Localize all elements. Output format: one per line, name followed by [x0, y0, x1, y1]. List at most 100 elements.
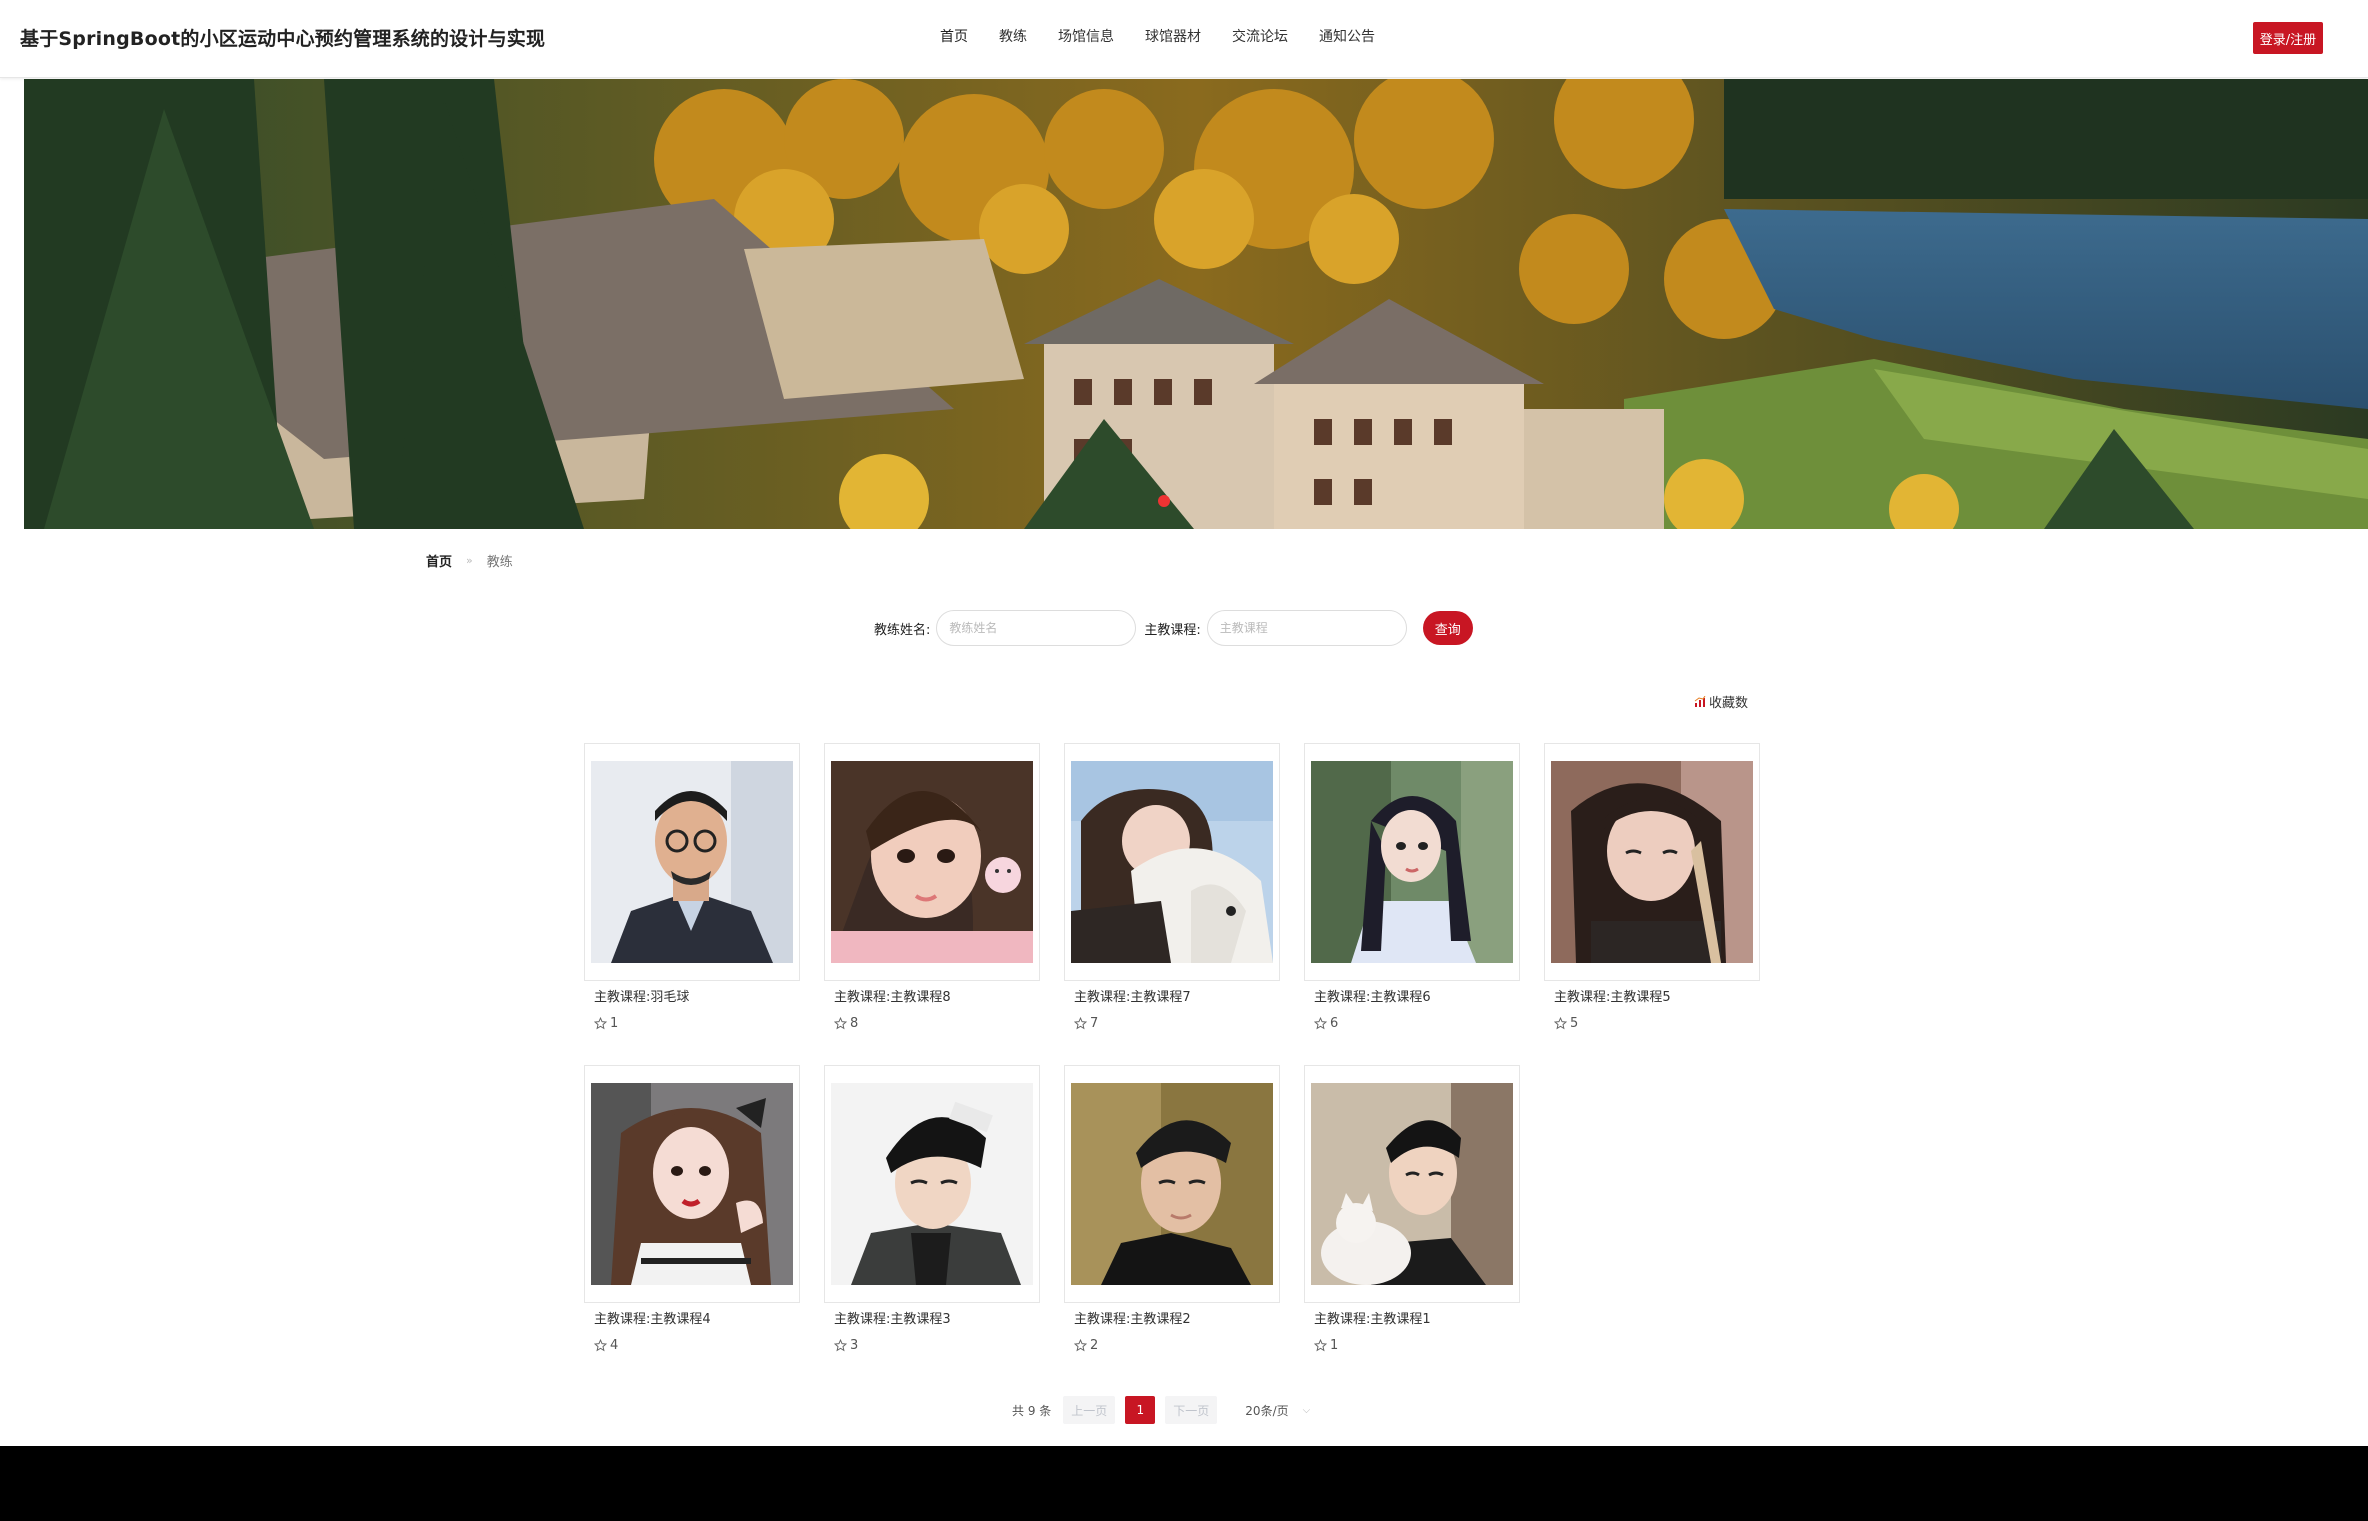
page-footer: [0, 1446, 2368, 1521]
course-label: 主教课程:: [1144, 622, 1201, 638]
coach-photo-image: [591, 1083, 793, 1285]
coach-photo-image: [1311, 1083, 1513, 1285]
coach-card[interactable]: 主教课程:主教课程5 5: [1544, 743, 1760, 1031]
coach-photo-image: [1311, 761, 1513, 963]
favorite-count-value: 3: [850, 1338, 859, 1353]
page-number-current[interactable]: 1: [1125, 1396, 1156, 1424]
coach-card[interactable]: 主教课程:主教课程6 6: [1304, 743, 1520, 1031]
coach-course: 主教课程:主教课程7: [1074, 990, 1191, 1005]
star-icon: [594, 1017, 607, 1030]
favorite-count[interactable]: 4: [584, 1338, 800, 1353]
coach-card[interactable]: 主教课程:主教课程7 7: [1064, 743, 1280, 1031]
favorite-count-value: 6: [1330, 1016, 1339, 1031]
coach-name-input[interactable]: [936, 610, 1137, 646]
coach-card[interactable]: 主教课程:主教课程4 4: [584, 1065, 800, 1353]
nav-item-equipment[interactable]: 球馆器材: [1145, 26, 1201, 50]
coach-course: 主教课程:主教课程4: [594, 1312, 711, 1327]
coach-photo[interactable]: [591, 1083, 793, 1285]
coach-card[interactable]: 主教课程:主教课程2 2: [1064, 1065, 1280, 1353]
pagination-total: 共 9 条: [1012, 1403, 1052, 1418]
coach-photo[interactable]: [831, 1083, 1033, 1285]
favorite-count[interactable]: 3: [824, 1338, 1040, 1353]
coach-card[interactable]: 主教课程:主教课程8 8: [824, 743, 1040, 1031]
search-button[interactable]: 查询: [1422, 611, 1473, 645]
favorite-count-value: 1: [610, 1016, 619, 1031]
favorite-count-value: 5: [1570, 1016, 1579, 1031]
login-register-button[interactable]: 登录/注册: [2253, 22, 2323, 54]
coach-photo-image: [831, 1083, 1033, 1285]
pagination: 共 9 条 上一页 1 下一页 20条/页 ⌵: [1012, 1396, 1310, 1424]
star-icon: [834, 1017, 847, 1030]
coach-photo-image: [1551, 761, 1753, 963]
favorite-count[interactable]: 7: [1064, 1016, 1280, 1031]
coach-course: 主教课程:主教课程2: [1074, 1312, 1191, 1327]
sort-chart-icon: [1694, 695, 1706, 707]
coach-photo[interactable]: [1311, 1083, 1513, 1285]
star-icon: [594, 1339, 607, 1352]
coach-photo-frame: [824, 1065, 1040, 1303]
star-icon: [1074, 1339, 1087, 1352]
coach-photo[interactable]: [1551, 761, 1753, 963]
favorite-count[interactable]: 8: [824, 1016, 1040, 1031]
next-page-button[interactable]: 下一页: [1165, 1396, 1218, 1424]
sort-by-favorites[interactable]: 收藏数: [1694, 692, 1748, 711]
nav-item-notice[interactable]: 通知公告: [1319, 26, 1375, 50]
breadcrumb-current: 教练: [486, 555, 513, 570]
coach-card[interactable]: 主教课程:主教课程3 3: [824, 1065, 1040, 1353]
coach-card[interactable]: 主教课程:主教课程1 1: [1304, 1065, 1520, 1353]
coach-photo[interactable]: [831, 761, 1033, 963]
banner-carousel[interactable]: [24, 79, 2368, 529]
top-header: 基于SpringBoot的小区运动中心预约管理系统的设计与实现 首页 教练 场馆…: [0, 0, 2368, 78]
favorite-count-value: 2: [1090, 1338, 1099, 1353]
coach-course: 主教课程:主教课程3: [834, 1312, 951, 1327]
nav-item-coach[interactable]: 教练: [999, 26, 1027, 50]
coach-photo-image: [831, 761, 1033, 963]
star-icon: [1314, 1017, 1327, 1030]
favorite-count[interactable]: 2: [1064, 1338, 1280, 1353]
coach-name-label: 教练姓名:: [874, 622, 931, 638]
nav-item-venue[interactable]: 场馆信息: [1058, 26, 1114, 50]
favorite-count[interactable]: 1: [584, 1016, 800, 1031]
coach-photo-frame: [584, 1065, 800, 1303]
coach-photo-frame: [1544, 743, 1760, 981]
coach-photo-image: [1071, 761, 1273, 963]
search-form: 教练姓名: 主教课程: 查询: [874, 610, 1473, 646]
favorite-count[interactable]: 5: [1544, 1016, 1760, 1031]
coach-photo-frame: [1064, 1065, 1280, 1303]
coach-photo-frame: [1064, 743, 1280, 981]
coach-photo-frame: [584, 743, 800, 981]
carousel-indicator-dot[interactable]: [1158, 495, 1170, 507]
chevron-down-icon: ⌵: [1302, 1404, 1311, 1416]
star-icon: [1554, 1017, 1567, 1030]
coach-course: 主教课程:主教课程8: [834, 990, 951, 1005]
favorite-count-value: 7: [1090, 1016, 1099, 1031]
coach-course: 主教课程:羽毛球: [594, 990, 690, 1005]
coach-course: 主教课程:主教课程6: [1314, 990, 1431, 1005]
coach-course: 主教课程:主教课程1: [1314, 1312, 1431, 1327]
course-input[interactable]: [1206, 610, 1407, 646]
prev-page-button[interactable]: 上一页: [1063, 1396, 1116, 1424]
breadcrumb-home[interactable]: 首页: [426, 551, 452, 570]
coach-photo[interactable]: [1311, 761, 1513, 963]
breadcrumb: 首页 » 教练: [426, 551, 513, 570]
nav-item-home[interactable]: 首页: [940, 26, 968, 50]
star-icon: [1314, 1339, 1327, 1352]
coach-photo-frame: [1304, 1065, 1520, 1303]
site-title: 基于SpringBoot的小区运动中心预约管理系统的设计与实现: [20, 28, 546, 50]
favorite-count[interactable]: 6: [1304, 1016, 1520, 1031]
banner-image: [24, 79, 2368, 529]
coach-photo[interactable]: [1071, 761, 1273, 963]
coach-photo[interactable]: [1071, 1083, 1273, 1285]
favorite-count-value: 1: [1330, 1338, 1339, 1353]
breadcrumb-separator: »: [466, 554, 473, 567]
coach-photo-image: [591, 761, 793, 963]
nav-item-forum[interactable]: 交流论坛: [1232, 26, 1288, 50]
star-icon: [834, 1339, 847, 1352]
page-size-select[interactable]: 20条/页 ⌵: [1245, 1402, 1310, 1419]
favorite-count[interactable]: 1: [1304, 1338, 1520, 1353]
coach-photo-image: [1071, 1083, 1273, 1285]
coach-card[interactable]: 主教课程:羽毛球 1: [584, 743, 800, 1031]
coach-photo[interactable]: [591, 761, 793, 963]
coach-photo-frame: [824, 743, 1040, 981]
page-size-value: 20条/页: [1245, 1403, 1289, 1418]
